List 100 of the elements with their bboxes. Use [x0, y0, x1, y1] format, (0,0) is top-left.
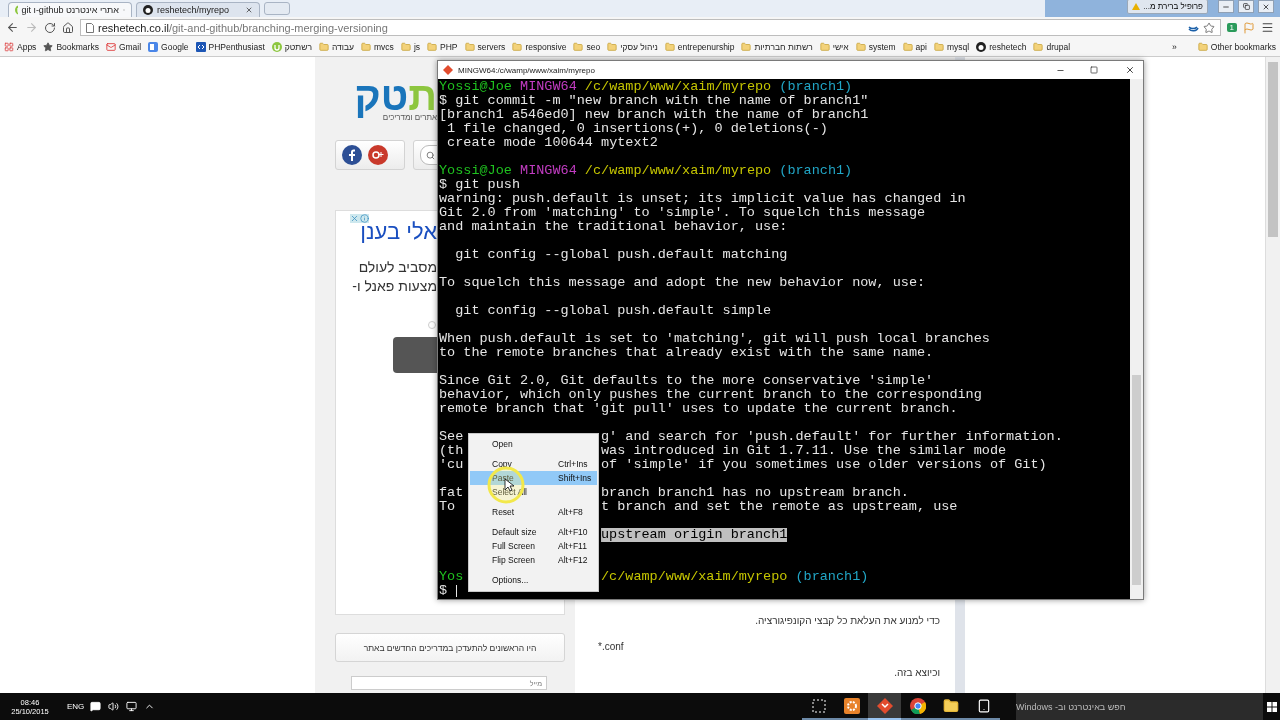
menu-item[interactable]: Options...	[470, 573, 597, 587]
bookmark-item[interactable]: system	[855, 42, 896, 52]
browser-tab[interactable]: git ו-github אתרי אינטרנט	[8, 2, 132, 17]
terminal-line: To squelch this message and adopt the new behavior now, use:	[439, 276, 926, 290]
bookmark-item[interactable]: Other bookmarks	[1197, 42, 1276, 52]
terminal-line: g' and search for 'push.default' for further information.	[601, 430, 1063, 444]
back-icon[interactable]	[6, 21, 19, 34]
close-button[interactable]	[1258, 0, 1274, 13]
bookmark-item[interactable]: רשתטק	[271, 42, 312, 52]
menu-shortcut: Ctrl+Ins	[558, 459, 588, 469]
bookmark-item[interactable]: אישי	[819, 42, 849, 52]
terminal-line: of 'simple' if you sometimes use older versions of Git)	[601, 458, 1047, 472]
bookmark-item[interactable]: api	[902, 42, 927, 52]
close-icon[interactable]	[245, 6, 253, 14]
search-field[interactable]: חפש באינטרנט וב- Windows	[1016, 693, 1263, 720]
tablet-icon	[976, 698, 991, 713]
folder-icon	[573, 42, 584, 52]
bookmark-item[interactable]: Gmail	[105, 42, 142, 52]
taskbar-app[interactable]	[868, 693, 901, 720]
bookmark-item[interactable]: responsive	[512, 42, 567, 52]
bookmark-item[interactable]: Google	[148, 42, 189, 52]
extension-badge[interactable]: 1	[1226, 23, 1237, 32]
terminal-line: 1 file changed, 0 insertions(+), 0 deletions(-)	[446, 122, 828, 136]
facebook-icon[interactable]	[342, 145, 362, 165]
language-indicator[interactable]: ENG	[67, 702, 85, 711]
volume-icon[interactable]	[108, 701, 120, 712]
scrollbar-thumb[interactable]	[1268, 62, 1278, 237]
terminal-line: behavior, which only pushes the current branch to the corresponding	[439, 388, 982, 402]
menu-shortcut: Alt+F10	[558, 527, 588, 537]
menu-item[interactable]: Paste Shift+Ins	[470, 471, 597, 485]
address-bar[interactable]: reshetech.co.il/git-and-github/branching-merging-versioning	[80, 19, 1221, 36]
menu-item[interactable]: Default size Alt+F10	[470, 525, 597, 539]
bookmark-item[interactable]: seo	[573, 42, 601, 52]
bookmark-item[interactable]: servers	[464, 42, 506, 52]
prompt-user: Yossi@Joe	[439, 164, 512, 178]
windows-logo-icon[interactable]	[1267, 701, 1277, 712]
star-icon	[43, 42, 54, 52]
folder-icon	[855, 42, 866, 52]
prompt-host: MINGW64	[520, 80, 577, 94]
page-icon	[86, 22, 94, 33]
close-icon[interactable]	[1125, 65, 1135, 75]
menu-item[interactable]: Flip Screen Alt+F12	[470, 553, 597, 567]
terminal-line: to the remote branches that already exist with the same name.	[439, 346, 934, 360]
terminal-line: 'cu	[439, 457, 464, 472]
menu-shortcut: Shift+Ins	[558, 473, 592, 483]
menu-shortcut: Alt+F8	[558, 507, 583, 517]
home-icon[interactable]	[62, 21, 74, 34]
bookmark-item[interactable]: entrepenurship	[664, 42, 735, 52]
terminal-line: branch branch1 has no upstream branch.	[601, 486, 909, 500]
url-host: reshetech.co.il	[98, 21, 169, 34]
reload-icon[interactable]	[44, 21, 56, 34]
tab-title: reshetech/myrepo	[157, 5, 231, 15]
message-icon[interactable]	[90, 701, 102, 712]
menu-label: Options...	[491, 575, 530, 585]
bookmark-item[interactable]: PHP	[427, 42, 458, 52]
text-cursor	[456, 585, 458, 597]
bookmark-item[interactable]: reshetech	[976, 42, 1027, 52]
menu-item[interactable]: Reset Alt+F8	[470, 505, 597, 519]
menu-shortcut: Alt+F12	[558, 555, 588, 565]
bookmark-item[interactable]: js	[400, 42, 420, 52]
terminal-line: $ git commit -m "new branch with the name of branch1"	[439, 94, 869, 108]
bookmark-item[interactable]: mysql	[933, 42, 970, 52]
browser-icon	[909, 697, 926, 714]
profile-button[interactable]: פרופיל ברירת מ...	[1127, 0, 1208, 14]
bookmark-item[interactable]: Bookmarks	[43, 42, 99, 52]
ad-title[interactable]: אלי בענן	[348, 219, 437, 245]
folder-icon	[933, 42, 944, 52]
more-bookmarks-button[interactable]: »	[1172, 42, 1177, 52]
terminal-line: create mode 100644 mytext2	[446, 136, 658, 150]
bookmark-star-icon[interactable]	[1202, 21, 1215, 34]
bookmark-item[interactable]: mvcs	[361, 42, 394, 52]
terminal-line: [branch1 a546ed0] new branch with the name of branch1	[439, 108, 869, 122]
browser-tab[interactable]: reshetech/myrepo	[136, 2, 260, 17]
menu-label: Flip Screen	[491, 555, 536, 565]
bookmark-item[interactable]: רשתות חברתיות	[741, 42, 813, 52]
terminal-line: warning: push.default is unset; its implicit value has changed in	[439, 192, 966, 206]
prompt-sign: $	[439, 584, 448, 598]
scrollbar-thumb[interactable]	[1132, 375, 1141, 585]
restore-icon	[1242, 3, 1250, 10]
profile-name: פרופיל ברירת מ...	[1143, 2, 1203, 11]
octocat-icon	[143, 5, 153, 15]
bookmark-item[interactable]: drupal	[1033, 42, 1071, 52]
site-logo[interactable]: תטק	[335, 76, 437, 116]
menu-item[interactable]: Open	[470, 437, 597, 451]
restore-button[interactable]	[1238, 0, 1254, 13]
menu-item[interactable]: Full Screen Alt+F11	[470, 539, 597, 553]
warning-icon	[1132, 3, 1141, 10]
prompt-user: Yossi@Joe	[439, 80, 512, 94]
bookmark-item[interactable]: עבודה	[318, 42, 355, 52]
maximize-icon[interactable]	[1090, 66, 1098, 74]
google-plus-icon[interactable]	[368, 145, 388, 165]
bookmark-item[interactable]: Apps	[4, 42, 37, 52]
folder-icon	[361, 42, 372, 52]
network-icon[interactable]	[126, 701, 138, 712]
bookmark-item[interactable]: PHPenthusiast	[195, 42, 265, 52]
terminal-line: remote branch that 'git pull' uses to update the current branch.	[439, 402, 958, 416]
cursor-highlight-icon	[486, 465, 526, 505]
menu-icon[interactable]	[1261, 21, 1274, 34]
bookmark-item[interactable]: ניהול עסקי	[607, 42, 658, 52]
site-logo-icon	[271, 42, 282, 52]
